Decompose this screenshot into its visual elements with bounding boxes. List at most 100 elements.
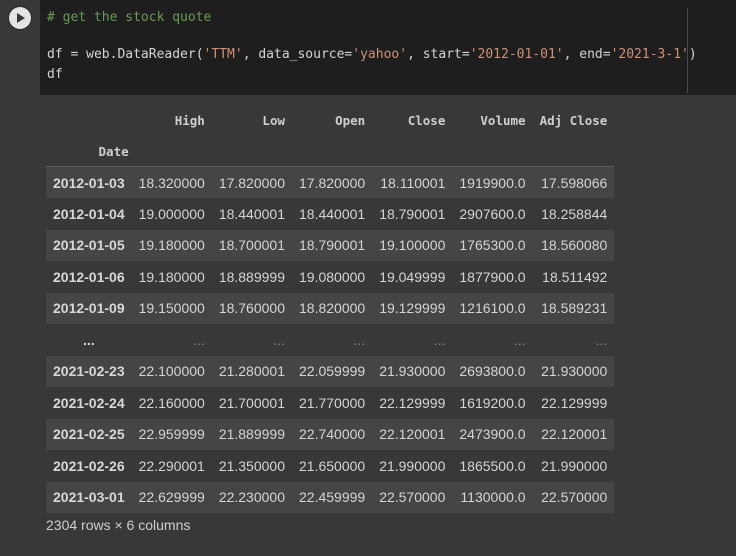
row-index: 2021-03-01 bbox=[53, 489, 125, 506]
table-cell: 1765300.0 bbox=[459, 237, 526, 254]
column-header: Low bbox=[262, 113, 285, 128]
index-header-row: Date bbox=[46, 136, 614, 167]
table-cell: 17.598066 bbox=[532, 166, 615, 198]
column-header: Open bbox=[335, 113, 366, 128]
code-cell: # get the stock quote df = web.DataReader… bbox=[0, 0, 736, 95]
row-index: 2012-01-09 bbox=[53, 300, 125, 317]
table-cell: 18.790001 bbox=[379, 205, 446, 222]
table-cell: 18.790001 bbox=[299, 237, 366, 254]
code-editor[interactable]: # get the stock quote df = web.DataReader… bbox=[40, 0, 736, 95]
table-cell: 22.230000 bbox=[218, 489, 285, 506]
table-row: 2012-01-09 19.150000 18.760000 18.820000 19.… bbox=[46, 292, 615, 324]
table-row: 2021-02-26 22.290001 21.350000 21.650000 21.… bbox=[46, 450, 615, 482]
code-token: df = web.DataReader( bbox=[47, 47, 204, 62]
index-header-spacer bbox=[132, 136, 212, 167]
table-cell: 1877900.0 bbox=[459, 268, 526, 285]
column-header: Adj Close bbox=[539, 113, 608, 128]
table-cell: 22.629999 bbox=[138, 489, 205, 506]
code-token: 'TTM' bbox=[203, 47, 243, 62]
run-cell-button[interactable] bbox=[9, 7, 31, 29]
table-cell: 19.080000 bbox=[299, 268, 366, 285]
table-body: 2012-01-03 18.320000 17.820000 17.820000 18.… bbox=[46, 166, 615, 513]
column-header: High bbox=[174, 113, 205, 128]
table-cell: 1130000.0 bbox=[460, 489, 526, 506]
table-row: 2012-01-06 19.180000 18.889999 19.080000 19.… bbox=[46, 261, 615, 293]
table-cell: 17.820000 bbox=[211, 166, 292, 198]
row-index: 2012-01-04 bbox=[53, 205, 125, 222]
table-cell: 22.570000 bbox=[541, 489, 608, 506]
index-header-spacer bbox=[533, 136, 615, 167]
table-cell: ... bbox=[433, 331, 446, 348]
code-line: df = web.DataReader('TTM', data_source='… bbox=[47, 47, 697, 63]
table-cell: 18.511492 bbox=[542, 268, 608, 285]
table-cell: 21.990000 bbox=[379, 457, 446, 474]
table-cell: 22.459999 bbox=[299, 489, 366, 506]
code-token: 'yahoo' bbox=[352, 47, 408, 62]
table-cell: 21.350000 bbox=[218, 457, 285, 474]
table-cell: 22.570000 bbox=[379, 489, 446, 506]
table-cell: 18.440001 bbox=[299, 205, 366, 222]
table-cell: 2473900.0 bbox=[459, 426, 526, 443]
row-index: 2021-02-25 bbox=[53, 426, 125, 443]
table-cell: 19.000000 bbox=[138, 205, 205, 222]
table-cell: 19.049999 bbox=[379, 268, 446, 285]
table-cell: 18.258844 bbox=[541, 205, 608, 222]
code-token: , end= bbox=[563, 47, 611, 62]
row-index: ... bbox=[82, 331, 95, 348]
table-cell: 2907600.0 bbox=[459, 205, 526, 222]
table-cell: 19.180000 bbox=[138, 268, 205, 285]
index-header-spacer bbox=[372, 136, 452, 167]
table-cell: 18.700001 bbox=[218, 237, 285, 254]
table-cell: ... bbox=[595, 331, 608, 348]
table-cell: 1619200.0 bbox=[459, 394, 526, 411]
table-cell: 1919900.0 bbox=[452, 166, 533, 198]
table-cell: ... bbox=[193, 331, 205, 348]
table-cell: 22.959999 bbox=[138, 426, 205, 443]
code-token: , start= bbox=[407, 47, 470, 62]
table-row: ..................... bbox=[46, 324, 615, 356]
code-token: '2021-3-1' bbox=[610, 47, 689, 62]
table-cell: 22.059999 bbox=[299, 363, 366, 380]
table-row: 2021-02-23 22.100000 21.280001 22.059999 21.… bbox=[46, 355, 615, 387]
table-cell: 19.150000 bbox=[138, 300, 205, 317]
row-index: 2012-01-06 bbox=[53, 268, 125, 285]
table-cell: 1865500.0 bbox=[459, 457, 526, 474]
table-row: 2012-01-04 19.000000 18.440001 18.440001 18.… bbox=[46, 198, 615, 230]
index-header-spacer bbox=[292, 136, 372, 167]
table-cell: 21.930000 bbox=[379, 363, 446, 380]
table-row: 2021-02-24 22.160000 21.700001 21.770000 22.… bbox=[46, 387, 615, 419]
table-cell: 18.820000 bbox=[299, 300, 366, 317]
code-token: df bbox=[47, 67, 63, 82]
table-cell: 22.290001 bbox=[138, 457, 205, 474]
table-cell: 21.990000 bbox=[541, 457, 608, 474]
code-token: ) bbox=[688, 47, 697, 62]
table-cell: 18.110001 bbox=[372, 166, 453, 198]
table-row: 2012-01-05 19.180000 18.700001 18.790001 19.… bbox=[46, 229, 615, 261]
code-token: '2012-01-01' bbox=[469, 47, 564, 62]
table-cell: 18.440001 bbox=[218, 205, 285, 222]
table-cell: 21.889999 bbox=[218, 426, 285, 443]
table-cell: 18.320000 bbox=[131, 166, 212, 198]
table-cell: 22.120001 bbox=[379, 426, 446, 443]
table-cell: 22.160000 bbox=[138, 394, 205, 411]
table-cell: 22.120001 bbox=[541, 426, 608, 443]
table-cell: 21.700001 bbox=[218, 394, 285, 411]
table-cell: 22.129999 bbox=[379, 394, 446, 411]
code-line: df bbox=[47, 67, 63, 83]
table-cell: 19.129999 bbox=[379, 300, 446, 317]
play-icon bbox=[17, 13, 25, 23]
table-cell: 18.589231 bbox=[541, 300, 608, 317]
table-cell: 22.100000 bbox=[138, 363, 205, 380]
table-cell: ... bbox=[353, 331, 366, 348]
row-index: 2021-02-26 bbox=[53, 457, 125, 474]
index-header-spacer bbox=[452, 136, 532, 167]
table-cell: 19.180000 bbox=[138, 237, 205, 254]
table-cell: ... bbox=[273, 331, 285, 348]
table-cell: 1216100.0 bbox=[459, 300, 526, 317]
table-cell: 21.930000 bbox=[541, 363, 608, 380]
index-name: Date bbox=[98, 143, 129, 159]
table-row: 2021-03-01 22.629999 22.230000 22.459999 22.… bbox=[46, 481, 615, 513]
index-header-spacer bbox=[212, 136, 292, 167]
table-cell: 22.740000 bbox=[299, 426, 366, 443]
column-header: Volume bbox=[480, 113, 526, 128]
